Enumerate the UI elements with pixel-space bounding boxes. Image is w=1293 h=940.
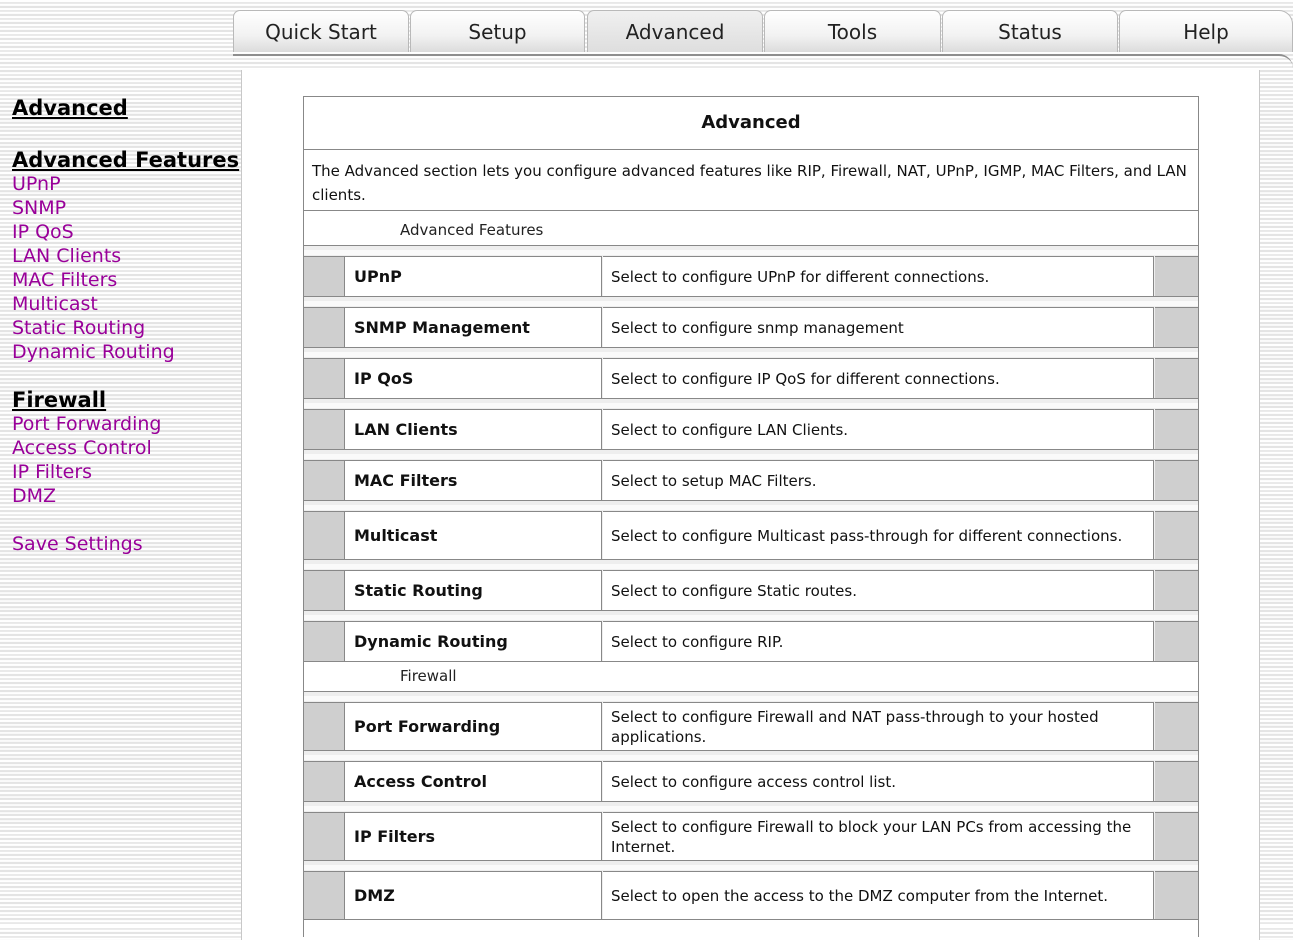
sidebar-item-ip-filters[interactable]: IP Filters — [12, 460, 237, 484]
sidebar-item-static-routing[interactable]: Static Routing — [12, 316, 237, 340]
feature-name-lan-clients[interactable]: LAN Clients — [345, 409, 602, 449]
table-row: UPnP Select to configure UPnP for differ… — [304, 246, 1198, 297]
feature-desc: Select to open the access to the DMZ com… — [603, 871, 1154, 919]
feature-name-mac-filters[interactable]: MAC Filters — [345, 460, 602, 500]
sidebar-heading-firewall[interactable]: Firewall — [12, 388, 237, 412]
sidebar-item-upnp[interactable]: UPnP — [12, 172, 237, 196]
feature-desc: Select to configure UPnP for different c… — [603, 256, 1154, 296]
feature-desc: Select to configure access control list. — [603, 761, 1154, 801]
sidebar-heading-advanced-features[interactable]: Advanced Features — [12, 148, 239, 172]
sidebar: Advanced Advanced Features UPnP SNMP IP … — [12, 96, 239, 556]
feature-desc: Select to configure Firewall to block yo… — [603, 812, 1154, 860]
feature-name-dynamic-routing[interactable]: Dynamic Routing — [345, 621, 602, 661]
table-row: Static Routing Select to configure Stati… — [304, 560, 1198, 611]
page-description: The Advanced section lets you configure … — [304, 150, 1198, 211]
tab-help[interactable]: Help — [1119, 10, 1293, 52]
sidebar-item-mac-filters[interactable]: MAC Filters — [12, 268, 237, 292]
group-label-firewall: Firewall — [304, 662, 1198, 692]
table-row: LAN Clients Select to configure LAN Clie… — [304, 399, 1198, 450]
table-row: IP Filters Select to configure Firewall … — [304, 802, 1198, 861]
tab-status[interactable]: Status — [942, 10, 1118, 52]
feature-desc: Select to configure LAN Clients. — [603, 409, 1154, 449]
table-row: Dynamic Routing Select to configure RIP. — [304, 611, 1198, 662]
feature-name-dmz[interactable]: DMZ — [345, 871, 602, 919]
feature-desc: Select to configure IP QoS for different… — [603, 358, 1154, 398]
sidebar-item-snmp[interactable]: SNMP — [12, 196, 237, 220]
feature-name-snmp-management[interactable]: SNMP Management — [345, 307, 602, 347]
feature-name-access-control[interactable]: Access Control — [345, 761, 602, 801]
tab-advanced[interactable]: Advanced — [587, 10, 763, 52]
group-label-advanced-features: Advanced Features — [304, 211, 1198, 246]
tab-setup[interactable]: Setup — [410, 10, 585, 52]
sidebar-item-access-control[interactable]: Access Control — [12, 436, 237, 460]
table-row: DMZ Select to open the access to the DMZ… — [304, 861, 1198, 920]
table-row: Multicast Select to configure Multicast … — [304, 501, 1198, 560]
sidebar-item-dynamic-routing[interactable]: Dynamic Routing — [12, 340, 237, 364]
sidebar-item-multicast[interactable]: Multicast — [12, 292, 237, 316]
advanced-table: Advanced The Advanced section lets you c… — [303, 96, 1199, 937]
sidebar-item-ip-qos[interactable]: IP QoS — [12, 220, 237, 244]
sidebar-item-save-settings[interactable]: Save Settings — [12, 532, 237, 556]
feature-name-port-forwarding[interactable]: Port Forwarding — [345, 702, 602, 750]
sidebar-title[interactable]: Advanced — [12, 96, 237, 120]
sidebar-item-port-forwarding[interactable]: Port Forwarding — [12, 412, 237, 436]
feature-name-static-routing[interactable]: Static Routing — [345, 570, 602, 610]
sidebar-item-dmz[interactable]: DMZ — [12, 484, 237, 508]
tab-divider — [233, 54, 1293, 68]
feature-desc: Select to setup MAC Filters. — [603, 460, 1154, 500]
tab-tools[interactable]: Tools — [764, 10, 941, 52]
feature-name-multicast[interactable]: Multicast — [345, 511, 602, 559]
top-nav-tabs: Quick Start Setup Advanced Tools Status … — [233, 10, 1293, 54]
feature-desc: Select to configure Static routes. — [603, 570, 1154, 610]
feature-desc: Select to configure Multicast pass-throu… — [603, 511, 1154, 559]
feature-desc: Select to configure RIP. — [603, 621, 1154, 661]
table-row: Access Control Select to configure acces… — [304, 751, 1198, 802]
table-row: SNMP Management Select to configure snmp… — [304, 297, 1198, 348]
table-row: Port Forwarding Select to configure Fire… — [304, 692, 1198, 751]
page-title: Advanced — [304, 97, 1198, 150]
feature-name-ip-qos[interactable]: IP QoS — [345, 358, 602, 398]
tab-quick-start[interactable]: Quick Start — [233, 10, 409, 52]
feature-desc: Select to configure snmp management — [603, 307, 1154, 347]
feature-name-ip-filters[interactable]: IP Filters — [345, 812, 602, 860]
table-row: MAC Filters Select to setup MAC Filters. — [304, 450, 1198, 501]
main-panel: Advanced The Advanced section lets you c… — [241, 70, 1260, 940]
sidebar-item-lan-clients[interactable]: LAN Clients — [12, 244, 237, 268]
feature-name-upnp[interactable]: UPnP — [345, 256, 602, 296]
feature-desc: Select to configure Firewall and NAT pas… — [603, 702, 1154, 750]
table-row: IP QoS Select to configure IP QoS for di… — [304, 348, 1198, 399]
